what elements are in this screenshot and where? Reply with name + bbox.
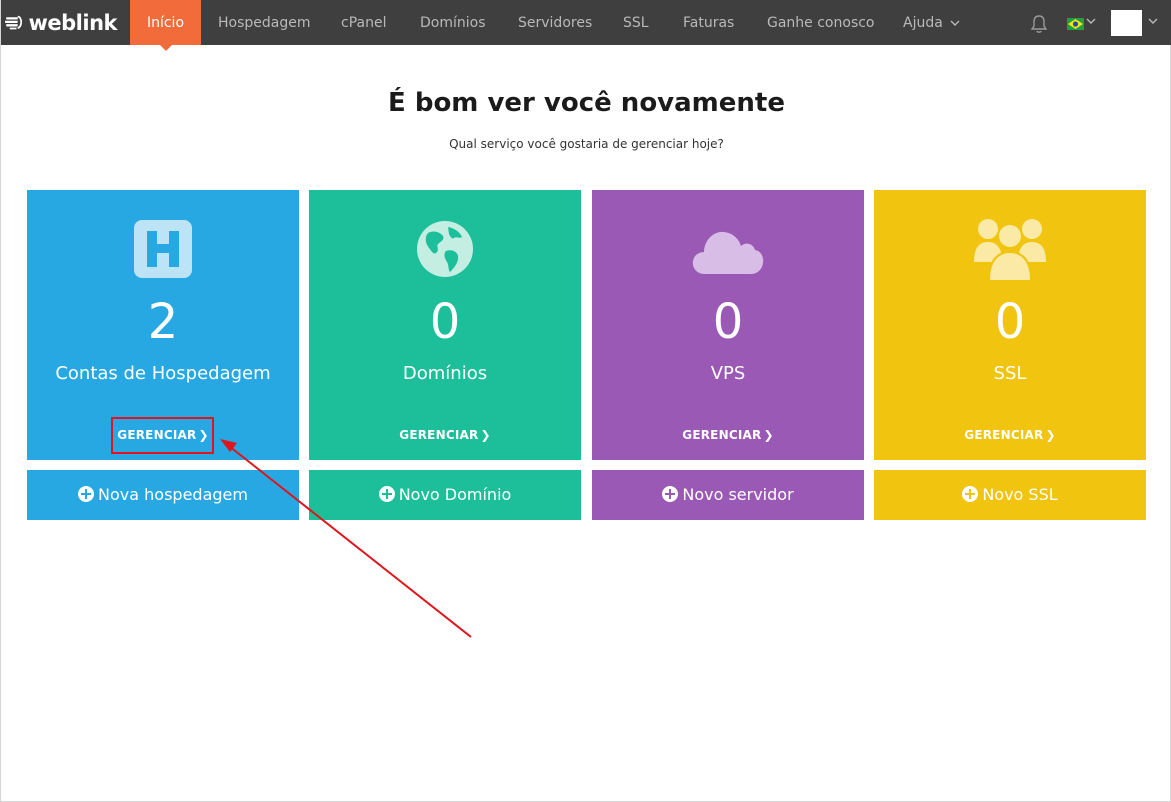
annotation-highlight-box <box>111 417 214 454</box>
new-ssl-label: Novo SSL <box>982 485 1058 504</box>
new-hosting-button[interactable]: Nova hospedagem <box>27 470 299 520</box>
new-hosting-label: Nova hospedagem <box>98 485 248 504</box>
vps-count: 0 <box>712 294 744 350</box>
hosting-count: 2 <box>147 294 179 350</box>
plus-circle-icon <box>662 486 679 502</box>
chevron-right-icon: ❯ <box>763 428 774 442</box>
bell-icon[interactable] <box>1029 14 1049 34</box>
domains-label: Domínios <box>402 363 488 384</box>
globe-icon <box>417 221 473 277</box>
weblink-logo-icon <box>5 15 23 30</box>
new-domain-label: Novo Domínio <box>398 485 512 504</box>
chevron-right-icon: ❯ <box>480 428 491 442</box>
manage-ssl-label: GERENCIAR <box>964 428 1044 442</box>
manage-vps-label: GERENCIAR <box>682 428 762 442</box>
weblink-logo-text: weblink <box>28 11 118 35</box>
nav-item-inicio[interactable]: Início <box>130 0 201 51</box>
nav-item-dominios[interactable]: Domínios <box>420 0 486 45</box>
nav-item-servidores[interactable]: Servidores <box>518 0 592 45</box>
hosting-h-icon <box>134 220 192 278</box>
card-vps: 0 VPS GERENCIAR ❯ <box>592 190 864 460</box>
chevron-right-icon: ❯ <box>1045 428 1056 442</box>
nav-item-ssl[interactable]: SSL <box>623 0 649 45</box>
weblink-logo[interactable]: weblink <box>5 9 117 37</box>
brazil-flag-icon[interactable] <box>1067 18 1084 30</box>
manage-ssl-link[interactable]: GERENCIAR ❯ <box>874 428 1146 442</box>
nav-item-ganhe-conosco[interactable]: Ganhe conosco <box>767 0 875 45</box>
users-icon <box>974 219 1046 280</box>
chevron-down-icon <box>950 20 960 26</box>
vps-label: VPS <box>710 363 746 384</box>
ssl-label: SSL <box>993 363 1027 384</box>
chevron-down-icon[interactable] <box>1086 17 1096 25</box>
top-navigation-bar: weblink Início Hospedagem cPanel Domínio… <box>1 0 1171 51</box>
new-server-button[interactable]: Novo servidor <box>592 470 864 520</box>
card-dominios: 0 Domínios GERENCIAR ❯ <box>309 190 581 460</box>
chevron-down-icon[interactable] <box>1148 17 1158 25</box>
new-ssl-button[interactable]: Novo SSL <box>874 470 1146 520</box>
page-title: É bom ver você novamente <box>388 88 785 118</box>
manage-domains-label: GERENCIAR <box>399 428 479 442</box>
new-domain-button[interactable]: Novo Domínio <box>309 470 581 520</box>
nav-item-ajuda[interactable]: Ajuda <box>903 0 960 45</box>
card-ssl: 0 SSL GERENCIAR ❯ <box>874 190 1146 460</box>
new-server-label: Novo servidor <box>682 485 794 504</box>
nav-item-faturas[interactable]: Faturas <box>683 0 734 45</box>
manage-vps-link[interactable]: GERENCIAR ❯ <box>592 428 864 442</box>
manage-domains-link[interactable]: GERENCIAR ❯ <box>309 428 581 442</box>
hosting-label: Contas de Hospedagem <box>55 363 271 384</box>
plus-circle-icon <box>962 486 979 502</box>
plus-circle-icon <box>78 486 95 502</box>
avatar[interactable] <box>1111 10 1142 36</box>
nav-item-hospedagem[interactable]: Hospedagem <box>218 0 311 45</box>
nav-item-cpanel[interactable]: cPanel <box>341 0 386 45</box>
nav-item-ajuda-label: Ajuda <box>903 15 943 31</box>
plus-circle-icon <box>378 486 395 502</box>
page-subtitle: Qual serviço você gostaria de gerenciar … <box>449 137 724 151</box>
cloud-icon <box>692 231 764 274</box>
ssl-count: 0 <box>994 294 1026 350</box>
domains-count: 0 <box>429 294 461 350</box>
